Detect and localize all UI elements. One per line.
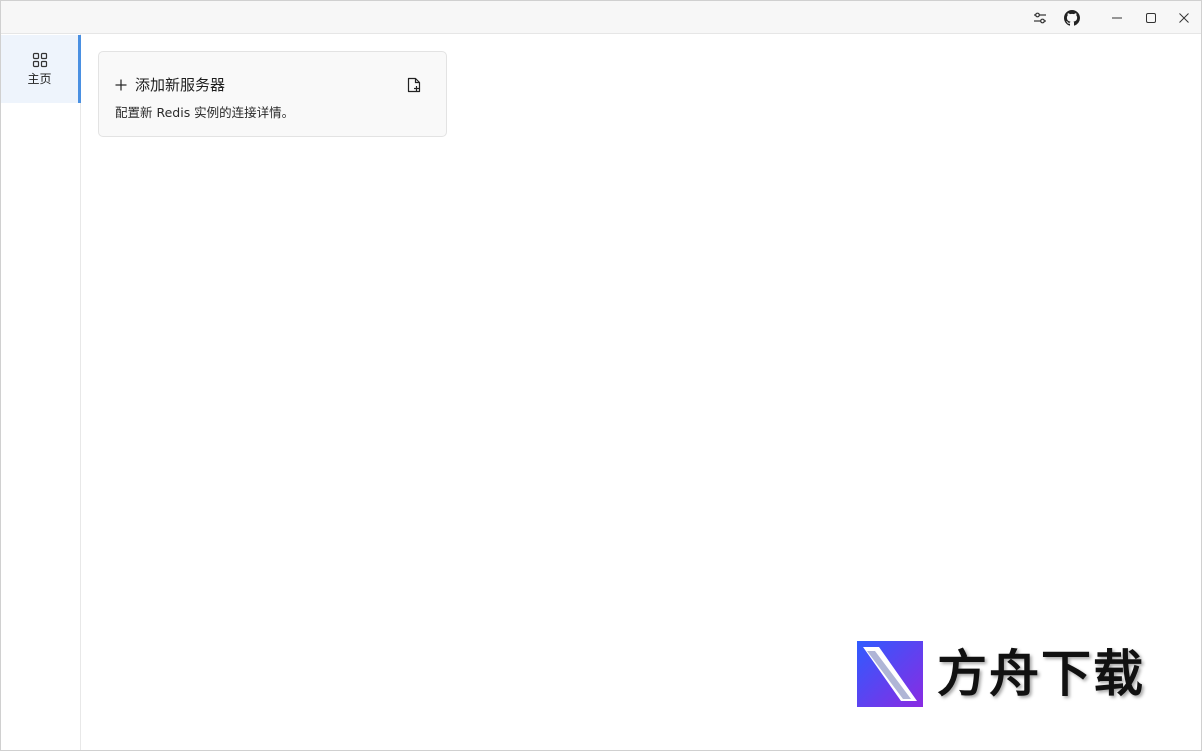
card-description: 配置新 Redis 实例的连接详情。 xyxy=(115,105,295,120)
grid-icon xyxy=(32,52,47,67)
watermark: 方舟下载 xyxy=(857,639,1167,709)
github-icon[interactable] xyxy=(1061,7,1083,29)
sidebar-item-label: 主页 xyxy=(27,71,52,86)
close-icon xyxy=(1179,12,1189,23)
minimize-button[interactable] xyxy=(1100,1,1134,34)
title-bar xyxy=(1,1,1201,34)
sidebar-item-home[interactable]: 主页 xyxy=(1,35,81,103)
card-title: 添加新服务器 xyxy=(135,76,226,94)
minimize-icon xyxy=(1112,17,1122,18)
app-window: 主页 添加新服务器 配置新 Redis 实例的连接详情。 方舟下载 xyxy=(0,0,1202,751)
card-title-row: 添加新服务器 xyxy=(115,74,225,95)
watermark-logo-icon xyxy=(857,641,923,707)
file-add-icon[interactable] xyxy=(404,74,424,96)
plus-icon xyxy=(115,79,127,90)
maximize-icon xyxy=(1146,12,1156,23)
watermark-text: 方舟下载 xyxy=(937,645,1145,703)
close-button[interactable] xyxy=(1167,1,1201,34)
settings-sliders-icon[interactable] xyxy=(1029,7,1051,29)
maximize-button[interactable] xyxy=(1134,1,1168,34)
add-server-card[interactable]: 添加新服务器 配置新 Redis 实例的连接详情。 xyxy=(98,51,447,137)
sidebar: 主页 xyxy=(1,34,81,750)
